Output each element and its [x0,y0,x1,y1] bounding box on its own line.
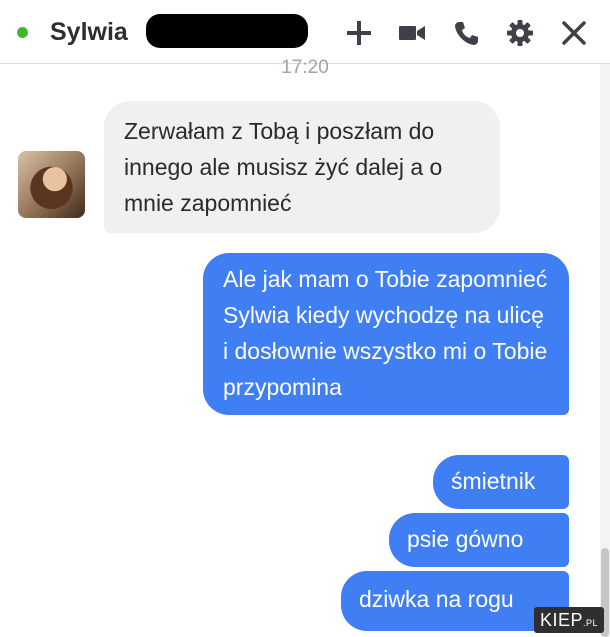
online-status-dot [17,27,28,38]
avatar[interactable] [18,151,85,218]
watermark-text: KIEP [539,610,583,630]
watermark-suffix: .PL [582,618,598,628]
outgoing-message: psie gówno [389,513,569,567]
contact-name[interactable]: Sylwia [50,15,128,49]
watermark-logo: KIEP.PL [533,607,604,633]
message-timestamp: 17:20 [281,57,329,78]
add-icon[interactable] [344,18,374,48]
gear-icon[interactable] [505,18,535,48]
phone-icon[interactable] [452,18,482,48]
video-call-icon[interactable] [397,18,427,48]
redaction-bar [146,14,308,48]
close-icon[interactable] [559,18,589,48]
outgoing-message: Ale jak mam o Tobie zapomnieć Sylwia kie… [203,253,569,415]
incoming-message: Zerwałam z Tobą i poszłam do innego ale … [104,101,500,233]
outgoing-message: śmietnik [433,455,569,509]
